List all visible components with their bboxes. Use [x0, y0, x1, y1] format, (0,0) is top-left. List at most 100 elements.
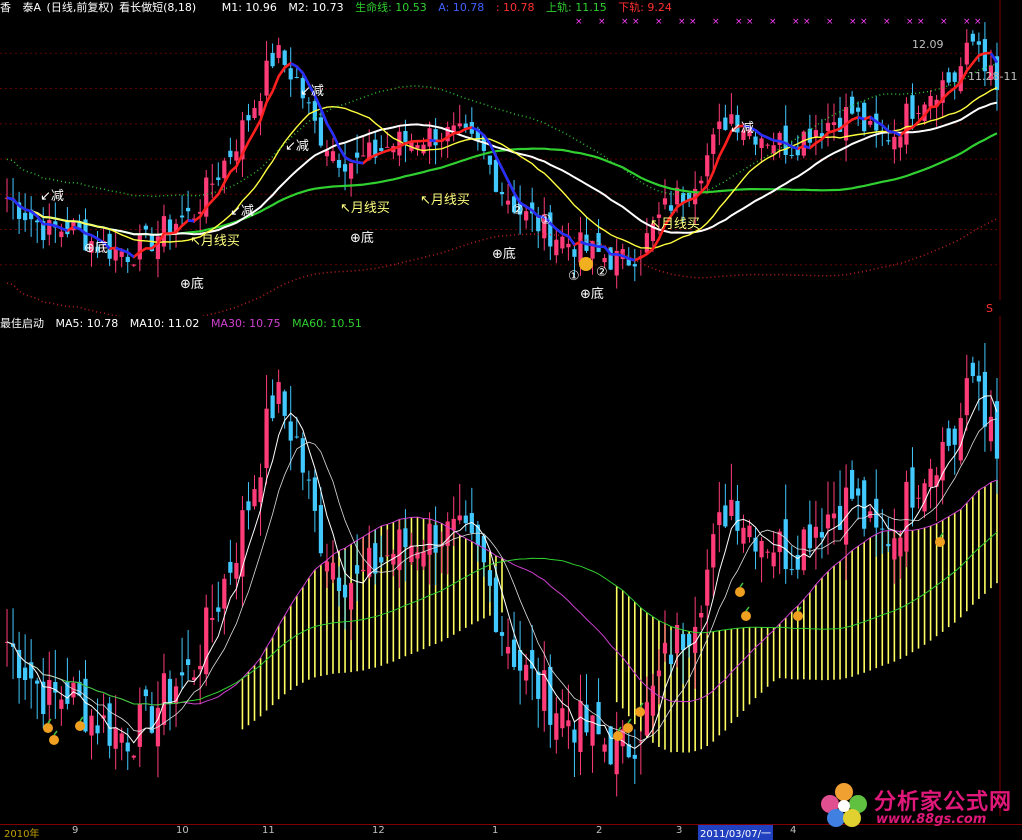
yuexianmai-signal-label: ↖月线买 — [340, 201, 390, 216]
candle-up — [349, 583, 353, 609]
right-price-label: 11.28-11 — [968, 70, 1017, 83]
candle-up — [657, 671, 661, 677]
candle-up — [590, 715, 594, 745]
candle-down — [790, 569, 794, 570]
candle-up — [904, 104, 908, 145]
candle-up — [277, 45, 281, 58]
x-label-12: 12 — [372, 825, 385, 836]
top-x-marker: × — [655, 17, 663, 27]
candle-up — [331, 563, 335, 580]
candle-up — [566, 244, 570, 247]
jian-signal-label: ↙减 — [730, 121, 754, 136]
candle-up — [524, 665, 528, 681]
candle-down — [464, 516, 468, 524]
candle-up — [699, 613, 703, 617]
candle-down — [126, 743, 130, 752]
candle-up — [138, 234, 142, 259]
candle-down — [228, 562, 232, 573]
m2-line-segment — [762, 135, 768, 137]
candle-up — [252, 108, 256, 118]
candle-down — [886, 544, 890, 546]
jian-signal-label: ↙减 — [285, 139, 309, 154]
candle-up — [765, 145, 769, 146]
candle-down — [337, 160, 341, 168]
m2-line-segment — [768, 138, 774, 141]
candle-down — [379, 557, 383, 562]
candle-up — [663, 643, 667, 654]
yuexianmai-signal-label: ↖月线买 — [190, 234, 240, 249]
candle-down — [168, 679, 172, 704]
candle-down — [681, 634, 685, 650]
candle-down — [880, 529, 884, 530]
candle-up — [349, 163, 353, 179]
candle-down — [886, 140, 890, 141]
m2-line-segment — [345, 157, 351, 161]
top-x-marker: × — [712, 17, 720, 27]
candle-up — [198, 666, 202, 669]
candle-up — [554, 240, 558, 256]
top-chart-panel[interactable]: ↙减↙减↙减↙减↙减⊕底⊕底⊕底⊕底⊕底↖月线买↖月线买↖月线买↖月线买①②①②… — [0, 0, 1022, 316]
top-x-marker: × — [826, 17, 834, 27]
x-label-1: 1 — [492, 825, 498, 836]
candle-down — [971, 34, 975, 42]
candle-up — [814, 130, 818, 136]
candle-down — [433, 129, 437, 145]
orange-leaf-icon — [746, 607, 749, 611]
candle-down — [35, 220, 39, 222]
orange-leaf-icon — [740, 583, 743, 587]
candle-up — [705, 570, 709, 606]
period-label: (日线,前复权) — [47, 1, 114, 14]
candle-up — [234, 563, 238, 579]
candle-down — [753, 538, 757, 552]
candle-down — [953, 429, 957, 445]
di-signal-label: ⊕底 — [492, 246, 516, 262]
candle-down — [379, 148, 383, 151]
candle-up — [162, 673, 166, 725]
top-x-marker: × — [621, 17, 629, 27]
orange-leaf-icon — [80, 717, 83, 721]
candle-up — [210, 184, 214, 185]
upper-band-value: 上轨: 11.15 — [546, 1, 607, 14]
candle-down — [186, 208, 190, 211]
candle-down — [295, 436, 299, 437]
di-signal-label: ⊕底 — [350, 230, 374, 246]
life-line-value: 生命线: 10.53 — [355, 1, 427, 14]
top-x-marker: × — [906, 17, 914, 27]
candle-down — [856, 488, 860, 495]
top-x-marker: × — [860, 17, 868, 27]
candle-down — [850, 470, 854, 499]
lower-band-line — [7, 219, 997, 316]
candle-up — [645, 233, 649, 253]
m2-line-segment — [532, 210, 538, 216]
candle-up — [331, 151, 335, 161]
m2-line-segment — [327, 124, 333, 135]
m2-line-segment — [339, 147, 345, 157]
candle-up — [120, 733, 124, 742]
upper-band-line — [7, 64, 997, 196]
candle-down — [271, 53, 275, 66]
m2-line-segment — [351, 161, 357, 162]
candle-down — [494, 578, 498, 632]
bottom-chart-svg[interactable] — [0, 316, 1022, 824]
candle-up — [506, 201, 510, 205]
m2-line-segment — [617, 254, 623, 256]
candle-up — [277, 382, 281, 404]
x-label-10: 10 — [176, 825, 189, 836]
candle-up — [904, 482, 908, 552]
m2-line-segment — [55, 226, 61, 228]
m2-line-segment — [92, 235, 98, 238]
ma30-value: MA30: 10.75 — [211, 317, 281, 330]
candle-up — [916, 113, 920, 114]
candle-down — [17, 650, 21, 678]
top-chart-svg[interactable]: ↙减↙减↙减↙减↙减⊕底⊕底⊕底⊕底⊕底↖月线买↖月线买↖月线买↖月线买①②①②… — [0, 0, 1022, 316]
candle-up — [222, 579, 226, 609]
m2-line-segment — [858, 117, 864, 119]
bottom-chart-panel[interactable]: 最佳启动 MA5: 10.78 MA10: 11.02 MA30: 10.75 … — [0, 316, 1022, 824]
orange-leaf-icon — [628, 719, 631, 723]
candle-down — [307, 102, 311, 103]
orange-signal-icon — [623, 723, 633, 733]
candle-up — [778, 133, 782, 145]
gold-coin-marker — [579, 257, 593, 271]
candle-up — [826, 515, 830, 529]
candle-down — [319, 117, 323, 145]
